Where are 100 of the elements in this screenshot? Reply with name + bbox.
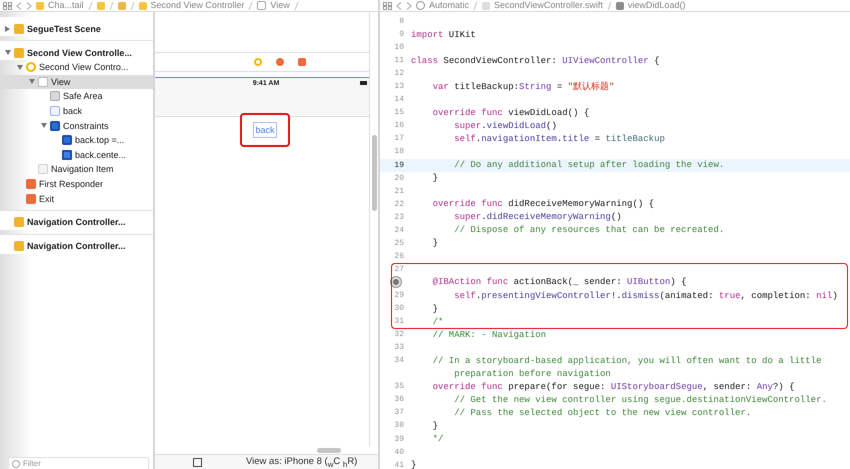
code-line: // Dispose of any resources that can be recreated. [453,225,724,236]
line-number: 16 [394,121,404,130]
code-line: } [432,420,438,431]
code-line: } [432,238,438,248]
filter-input[interactable]: Filter [23,458,148,468]
line-number: 19 [394,160,404,170]
code-line: @IBAction func actionBack(_ sender: UIButton) { [432,277,686,288]
line-number: 33 [394,343,404,352]
outline-icon [14,48,24,58]
code-line: var titleBackup:String = "默认标题" [432,80,614,94]
code-line: } [432,173,438,184]
battery-icon [360,81,367,85]
outline-item[interactable]: Exit [0,191,153,206]
outline-icon [62,135,72,146]
line-number: 24 [394,226,404,235]
breadcrumb-item[interactable]: SecondViewController.swift [494,0,603,11]
line-number: 13 [394,82,404,92]
outline-item[interactable]: First Responder [0,176,153,192]
line-number: 11 [394,56,404,66]
outline-icon [38,76,48,87]
line-number: 40 [394,448,404,457]
outline-item[interactable]: Navigation Item [0,162,153,177]
grid-icon[interactable] [383,2,392,10]
line-number: 35 [394,382,404,392]
line-number: 41 [394,460,404,469]
line-number: 20 [394,174,404,183]
filter-icon [12,460,20,468]
outline-item[interactable]: Navigation Controller... [0,210,153,230]
code-line: super.viewDidLoad() [453,120,557,131]
breadcrumb-item[interactable]: Second View Controller [150,0,244,11]
line-number: 37 [394,408,404,418]
breadcrumb-item[interactable]: View [270,0,290,11]
line-number: 29 [394,291,404,300]
line-number: 26 [394,252,404,261]
code-line: import UIKit [411,30,476,40]
line-number: 15 [394,108,404,118]
outline-icon [62,150,72,160]
breadcrumb-item[interactable]: Automatic [429,0,470,11]
outline-item[interactable]: Navigation Controller... [0,234,153,254]
outline-icon [14,217,24,228]
outline-icon [50,120,60,131]
back-button[interactable]: back [253,122,276,138]
outline-item[interactable]: View [0,74,153,90]
code-line: } [411,460,416,469]
code-line: preparation before navigation [453,368,611,379]
code-line: self.navigationItem.title = titleBackup [453,134,665,144]
device-label[interactable]: View as: iPhone 8 ($_{w}$C $_{h}$R) [246,456,358,468]
code-line: // Pass the selected object to the new view controller. [453,408,752,418]
line-number: 27 [394,264,404,274]
outline-icon [14,24,24,34]
code-line: // In a storyboard-based application, you will often want to do a little [432,356,822,366]
line-number: 10 [394,43,404,52]
outline-item[interactable]: Second View Controlle... [0,40,153,60]
code-line: class SecondViewController: UIViewController { [411,56,660,66]
line-number: 14 [394,95,404,104]
outline-icon [50,91,60,102]
breadcrumb-item[interactable]: viewDidLoad() [628,0,686,11]
code-line: // Get the new view controller using segue.destinationViewController. [453,394,827,405]
breadcrumb-item[interactable]: Cha...tail [48,0,84,11]
line-number: 30 [394,304,404,314]
code-line: super.didReceiveMemoryWarning() [453,212,622,222]
grid-icon[interactable] [3,2,12,10]
line-number: 31 [394,317,404,326]
scrollbar-thumb[interactable] [317,448,341,453]
filter-field[interactable]: Filter [8,457,149,469]
device-icon[interactable] [193,458,202,466]
line-number: 23 [394,212,404,222]
outline-item[interactable]: Safe Area [0,89,153,104]
outline-icon [26,194,36,204]
line-number: 22 [394,200,404,209]
code-line: override func viewDidLoad() { [432,108,590,118]
code-line: } [432,304,438,314]
outline-icon [38,164,48,174]
line-number: 21 [394,186,404,196]
outline-item[interactable]: back.cente... [0,148,153,162]
scrollbar-thumb[interactable] [372,135,376,211]
outline-item[interactable]: back [0,104,153,118]
line-number: 12 [394,69,404,78]
line-number: 34 [394,356,404,366]
code-line: */ [432,434,444,444]
line-number: 17 [394,134,404,144]
line-number: 8 [399,17,404,26]
code-line: /* [432,316,444,327]
line-number: 18 [394,147,404,156]
connection-dot-icon[interactable] [391,277,401,288]
code-line: self.presentingViewController!.dismiss(animated: true, completion: nil) [453,290,838,300]
code-line: // Do any additional setup after loading the view. [453,160,724,170]
line-number: 36 [394,395,404,404]
outline-icon [14,241,24,252]
outline-icon [26,62,36,72]
outline-item[interactable]: back.top =... [0,132,153,148]
line-number: 25 [394,238,404,248]
code-line: // MARK: - Navigation [432,330,546,340]
line-number: 32 [394,330,404,340]
line-number: 38 [394,421,404,430]
outline-icon [50,106,60,116]
code-line: override func prepare(for segue: UIStoryboardSegue, sender: Any?) { [432,382,795,392]
code-line: override func didReceiveMemoryWarning() { [432,199,654,210]
outline-item[interactable]: Second View Contro... [0,60,153,75]
outline-item[interactable]: Constraints [0,118,153,133]
